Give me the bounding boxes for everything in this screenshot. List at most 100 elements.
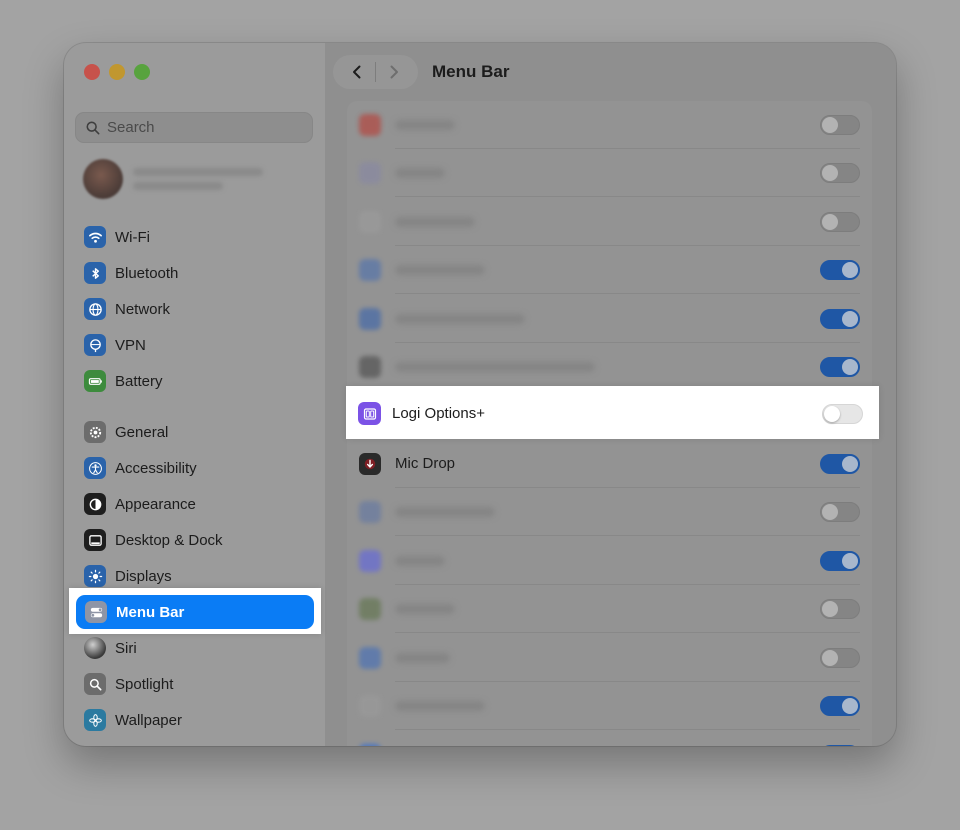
sidebar-item-general[interactable]: General: [75, 415, 313, 449]
toggle-switch[interactable]: [820, 551, 860, 571]
gear-icon: [84, 421, 106, 443]
blurred-label: [395, 120, 455, 130]
app-icon: [359, 550, 381, 572]
sidebar-item-vpn[interactable]: VPN: [75, 328, 313, 362]
search-input[interactable]: [107, 119, 287, 136]
blurred-label: [395, 507, 495, 517]
blurred-label: [395, 556, 445, 566]
globe-icon: [84, 298, 106, 320]
app-icon: [359, 647, 381, 669]
list-item: [347, 246, 872, 294]
dock-icon: [84, 529, 106, 551]
close-button[interactable]: [84, 64, 100, 80]
sidebar-item-label: Menu Bar: [116, 603, 185, 621]
app-icon: [359, 259, 381, 281]
blurred-label: [395, 701, 485, 711]
sidebar-item-bluetooth[interactable]: Bluetooth: [75, 256, 313, 290]
toggle-switch[interactable]: [820, 212, 860, 232]
toggle-switch[interactable]: [820, 309, 860, 329]
list-item: [347, 731, 872, 746]
toggle-switch[interactable]: [820, 745, 860, 746]
divider: [375, 62, 376, 82]
toggle-switch[interactable]: [820, 648, 860, 668]
list-item: [347, 149, 872, 197]
logi-options-toggle[interactable]: [822, 404, 863, 424]
list-item: [347, 198, 872, 246]
blurred-label: [395, 168, 445, 178]
sidebar-item-battery[interactable]: Battery: [75, 364, 313, 398]
sidebar-item-accessibility[interactable]: Accessibility: [75, 451, 313, 485]
sidebar-item-label: Wi-Fi: [115, 228, 150, 246]
blurred-label: [395, 314, 525, 324]
list-item-label: Mic Drop: [395, 455, 456, 472]
toggle-switch[interactable]: [820, 115, 860, 135]
list-item-mic-drop: Mic Drop: [347, 440, 872, 488]
avatar: [83, 159, 123, 199]
toggle-switch[interactable]: [820, 357, 860, 377]
app-icon: [359, 162, 381, 184]
list-item: [347, 295, 872, 343]
account-name-blurred: [133, 168, 263, 190]
toggle-switch[interactable]: [820, 163, 860, 183]
sidebar-item-label: Desktop & Dock: [115, 531, 223, 549]
app-icon: [359, 114, 381, 136]
sidebar-item-network[interactable]: Network: [75, 292, 313, 326]
sidebar-item-label: Siri: [115, 639, 137, 657]
sidebar-item-siri[interactable]: Siri: [75, 631, 313, 665]
minimize-button[interactable]: [109, 64, 125, 80]
app-icon: [359, 308, 381, 330]
toggle-switch[interactable]: [820, 599, 860, 619]
bluetooth-icon: [84, 262, 106, 284]
page-title: Menu Bar: [432, 62, 510, 81]
flower-icon: [84, 709, 106, 731]
back-button[interactable]: [343, 58, 371, 86]
app-icon: [359, 695, 381, 717]
sidebar-item-label: Network: [115, 300, 171, 318]
sidebar: Wi-Fi Bluetooth Network VPN: [64, 43, 325, 746]
account-row[interactable]: [83, 157, 308, 201]
zoom-button[interactable]: [134, 64, 150, 80]
list-item: [347, 537, 872, 585]
sidebar-item-spotlight[interactable]: Spotlight: [75, 667, 313, 701]
sidebar-item-label: General: [115, 423, 169, 441]
app-icon: [359, 356, 381, 378]
wifi-icon: [84, 226, 106, 248]
toggle-switch[interactable]: [820, 260, 860, 280]
toggle-switch[interactable]: [820, 502, 860, 522]
window-controls: [84, 64, 150, 80]
magnifier-icon: [84, 673, 106, 695]
sidebar-item-label: Battery: [115, 372, 163, 390]
vpn-icon: [84, 334, 106, 356]
sidebar-item-label: Bluetooth: [115, 264, 179, 282]
app-icon: [359, 501, 381, 523]
toggle-switch[interactable]: [820, 696, 860, 716]
list-item: [347, 634, 872, 682]
search-field[interactable]: [75, 112, 313, 143]
menubar-toggle-icon: [85, 601, 107, 623]
sidebar-item-wifi[interactable]: Wi-Fi: [75, 220, 313, 254]
sidebar-item-wallpaper[interactable]: Wallpaper: [75, 703, 313, 737]
list-item: [347, 585, 872, 633]
chevron-left-icon: [353, 65, 361, 79]
sidebar-item-appearance[interactable]: Appearance: [75, 487, 313, 521]
app-icon: [359, 211, 381, 233]
sidebar-item-label: Displays: [115, 567, 172, 585]
sidebar-item-label: Accessibility: [115, 459, 197, 477]
sun-icon: [84, 565, 106, 587]
forward-button[interactable]: [380, 58, 408, 86]
sidebar-item-label: VPN: [115, 336, 146, 354]
list-item-label: Logi Options+: [392, 405, 485, 422]
sidebar-item-menu-bar[interactable]: Menu Bar: [76, 595, 314, 629]
siri-icon: [84, 637, 106, 659]
sidebar-item-label: Spotlight: [115, 675, 174, 693]
battery-icon: [84, 370, 106, 392]
chevron-right-icon: [390, 65, 398, 79]
sidebar-item-desktop-dock[interactable]: Desktop & Dock: [75, 523, 313, 557]
sidebar-item-label: Appearance: [115, 495, 196, 513]
history-nav: [333, 55, 418, 89]
search-icon: [86, 121, 100, 134]
app-icon: [359, 744, 381, 746]
list-item: [347, 101, 872, 149]
toggle-switch[interactable]: [820, 454, 860, 474]
blurred-label: [395, 217, 475, 227]
